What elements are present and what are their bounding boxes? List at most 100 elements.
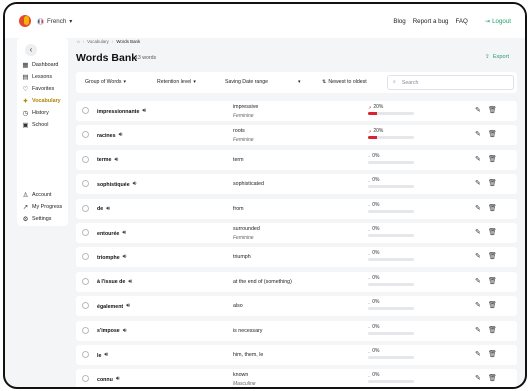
sidebar-item-my-progress[interactable]: ↗ My Progress [22,202,63,211]
speaker-icon[interactable]: 🔊︎ [106,206,110,213]
speaker-icon[interactable]: 🔊︎ [123,254,127,261]
trash-icon[interactable]: 🗑︎ [488,375,497,382]
row-select-checkbox[interactable] [82,326,89,334]
trash-icon[interactable]: 🗑︎ [488,131,497,138]
trash-icon[interactable]: 🗑︎ [488,302,497,309]
breadcrumb-separator: › [111,39,114,44]
speaker-icon[interactable]: 🔊︎ [116,376,120,383]
date-range-dropdown[interactable]: Saving Date range ▾ [225,79,301,85]
word-text: racines [97,132,116,139]
retention-bar [368,136,414,140]
row-select-checkbox[interactable] [82,131,89,139]
edit-icon[interactable]: ✎ [475,278,481,285]
sort-dropdown[interactable]: ⇅ Newest to oldest [322,79,367,85]
edit-icon[interactable]: ✎ [475,180,481,187]
row-select-checkbox[interactable] [82,229,89,236]
speaker-icon[interactable]: 🔊︎ [119,132,123,139]
edit-icon[interactable]: ✎ [475,351,481,358]
trend-up-icon: ↗ [368,128,372,134]
breadcrumb-vocabulary[interactable]: Vocabulary [87,39,109,44]
speaker-icon[interactable]: 🔊︎ [104,352,108,359]
speaker-icon[interactable]: 🔊︎ [123,328,127,335]
edit-icon[interactable]: ✎ [475,107,481,114]
sidebar-item-favorites[interactable]: ♡ Favorites [22,84,55,93]
gender-label: Feminine [233,235,254,241]
trash-icon[interactable]: 🗑︎ [488,205,497,212]
retention-filter-dropdown[interactable]: Retention level ▾ [157,79,196,85]
sidebar-item-settings[interactable]: ⚙ Settings [22,214,52,223]
edit-icon[interactable]: ✎ [475,302,481,309]
trash-icon[interactable]: 🗑︎ [488,278,497,285]
retention-bar [368,258,414,262]
nav-blog-link[interactable]: Blog [393,18,405,25]
edit-icon[interactable]: ✎ [475,131,481,138]
translation-text: triumph [233,254,251,261]
retention-level: –0% [368,275,379,281]
home-icon[interactable]: ⌂ [77,39,80,44]
sort-icon: ⇅ [322,79,327,85]
word-text: triomphe [97,254,120,261]
speaker-icon[interactable]: 🔊︎ [142,108,146,115]
speaker-icon[interactable]: 🔊︎ [122,230,126,237]
sidebar-item-history[interactable]: ◷ History [22,108,49,117]
translation-text: from [233,205,244,212]
word-text: à l'issue de [97,279,126,286]
trash-icon[interactable]: 🗑︎ [488,107,497,114]
breadcrumb-words-bank: Words Bank [116,39,141,44]
edit-icon[interactable]: ✎ [475,205,481,212]
row-select-checkbox[interactable] [82,155,89,163]
sort-label: Newest to oldest [328,79,367,85]
row-select-checkbox[interactable] [82,107,89,114]
retention-level: –0% [368,250,379,256]
retention-bar [368,112,414,115]
trash-icon[interactable]: 🗑︎ [488,351,497,358]
retention-bar [368,209,414,213]
account-icon: ♙ [22,191,29,199]
translation-text: is necessary [233,327,263,334]
language-selector[interactable]: French ▾ [37,17,72,25]
speaker-icon[interactable]: 🔊︎ [126,303,130,310]
row-select-checkbox[interactable] [82,180,89,188]
language-label: French [47,17,67,25]
trash-icon[interactable]: 🗑︎ [488,229,497,236]
row-select-checkbox[interactable] [82,253,89,261]
row-select-checkbox[interactable] [82,204,89,212]
speaker-icon[interactable]: 🔊︎ [133,181,137,188]
sidebar-item-school[interactable]: ▣ School [22,120,48,129]
translation-text: known [233,372,249,379]
table-row: racines 🔊︎ roots Feminine ↗ 20% ✎ 🗑︎ [76,125,517,146]
sidebar-item-lessons[interactable]: ▤ Lessons [22,72,52,81]
retention-bar [368,160,414,164]
group-filter-dropdown[interactable]: Group of Words ▾ [85,79,126,85]
row-select-checkbox[interactable] [82,302,89,310]
sidebar-item-account[interactable]: ♙ Account [22,190,52,199]
row-select-checkbox[interactable] [82,277,89,285]
french-flag-icon [37,17,44,25]
edit-icon[interactable]: ✎ [475,253,481,260]
word-cell: triomphe 🔊︎ [97,254,126,261]
nav-faq-link[interactable]: FAQ [455,18,467,25]
export-button[interactable]: ⇪ Export [485,54,509,60]
app-logo[interactable] [19,15,31,27]
edit-icon[interactable]: ✎ [475,229,481,236]
trash-icon[interactable]: 🗑︎ [488,180,497,187]
edit-icon[interactable]: ✎ [475,375,481,382]
word-text: également [97,303,124,310]
edit-icon[interactable]: ✎ [475,327,481,334]
search-input[interactable]: ⌕ Search [387,75,514,90]
trash-icon[interactable]: 🗑︎ [488,156,497,163]
trash-icon[interactable]: 🗑︎ [488,253,497,260]
collapse-sidebar-button[interactable]: ‹ [25,44,37,56]
speaker-icon[interactable]: 🔊︎ [128,279,132,286]
word-cell: s'impose 🔊︎ [97,328,127,335]
trash-icon[interactable]: 🗑︎ [488,327,497,334]
speaker-icon[interactable]: 🔊︎ [114,157,118,164]
sidebar-item-dashboard[interactable]: ▦ Dashboard [22,60,58,69]
row-select-checkbox[interactable] [82,351,89,358]
nav-report-bug-link[interactable]: Report a bug [413,18,449,25]
row-select-checkbox[interactable] [82,375,89,383]
logout-button[interactable]: ⇥ Logout [485,18,511,25]
retention-bar [368,380,414,384]
sidebar-item-vocabulary[interactable]: ✦ Vocabulary [22,96,61,105]
edit-icon[interactable]: ✎ [475,156,481,163]
